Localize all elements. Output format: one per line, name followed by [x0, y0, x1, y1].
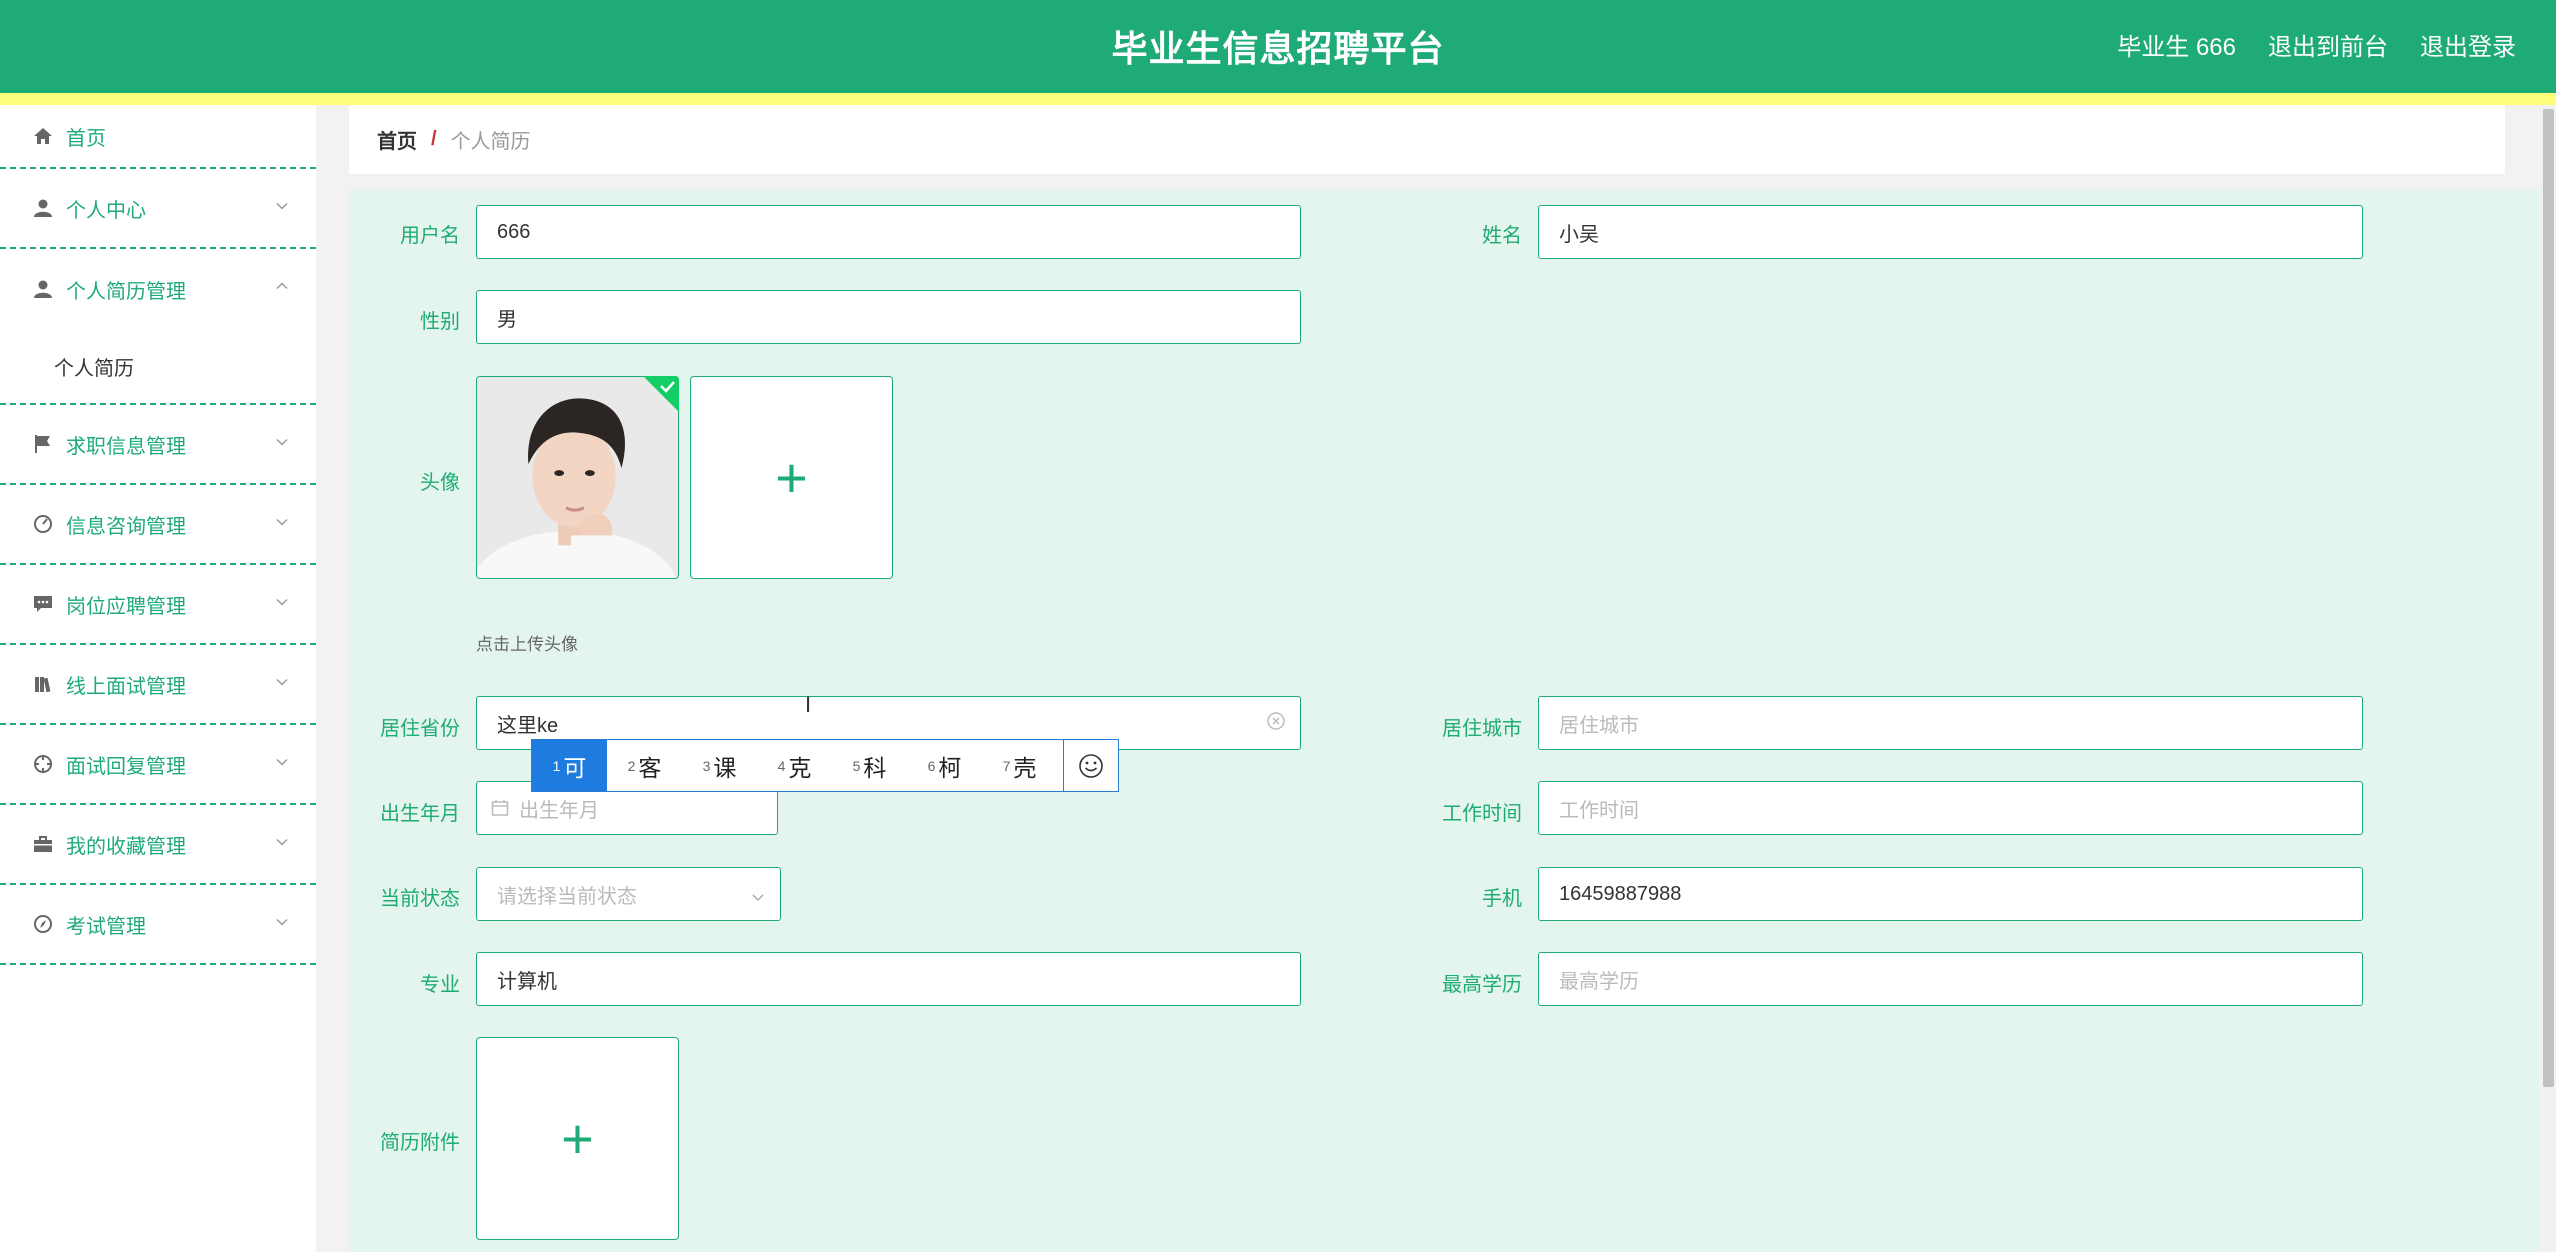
gender-input[interactable]: 男	[476, 290, 1301, 344]
user-icon	[32, 278, 54, 300]
education-label: 最高学历	[1442, 974, 1522, 996]
sidebar-item-label: 岗位应聘管理	[66, 595, 186, 618]
avatar-label: 头像	[420, 472, 460, 494]
user-label[interactable]: 毕业生 666	[2117, 27, 2236, 62]
dashboard-icon	[32, 513, 54, 535]
name-input[interactable]: 小吴	[1538, 205, 2363, 259]
attachment-upload-button[interactable]: +	[476, 1037, 679, 1240]
chevron-down-icon	[274, 753, 290, 776]
top-header: 毕业生信息招聘平台 毕业生 666 退出到前台 退出登录	[0, 0, 2556, 93]
sidebar-item-favorites[interactable]: 我的收藏管理	[0, 805, 316, 885]
attachment-label: 简历附件	[380, 1132, 460, 1154]
header-actions: 毕业生 666 退出到前台 退出登录	[2117, 27, 2516, 62]
to-front-link[interactable]: 退出到前台	[2268, 27, 2388, 62]
avatar-upload-hint: 点击上传头像	[476, 635, 578, 654]
uploaded-check-icon	[643, 376, 679, 412]
scrollbar-thumb[interactable]	[2543, 109, 2554, 1087]
sidebar-item-application[interactable]: 岗位应聘管理	[0, 565, 316, 645]
username-label: 用户名	[400, 225, 460, 247]
major-label: 专业	[420, 974, 460, 996]
gender-label: 性别	[420, 311, 460, 333]
breadcrumb: 首页 / 个人简历	[349, 105, 2505, 174]
sidebar-item-label: 面试回复管理	[66, 755, 186, 778]
sidebar-item-label: 线上面试管理	[66, 675, 186, 698]
emoji-icon[interactable]	[1063, 740, 1118, 791]
sidebar-item-label: 考试管理	[66, 915, 146, 938]
sidebar-item-home[interactable]: 首页	[0, 105, 316, 169]
breadcrumb-separator: /	[431, 128, 437, 150]
status-placeholder: 请选择当前状态	[497, 885, 637, 908]
target-icon	[32, 753, 54, 775]
home-icon	[32, 125, 54, 147]
work-time-input[interactable]: 工作时间	[1538, 781, 2363, 835]
name-label: 姓名	[1482, 225, 1522, 247]
chevron-down-icon	[274, 673, 290, 696]
message-icon	[32, 593, 54, 615]
sidebar-item-label: 信息咨询管理	[66, 515, 186, 538]
sidebar: 首页 个人中心 个人简历管理 个人简历 求职信息管理 信息咨询管理 岗位应聘管理	[0, 105, 316, 1252]
ime-candidate[interactable]: 1可	[532, 740, 607, 791]
sidebar-item-exam[interactable]: 考试管理	[0, 885, 316, 965]
major-input[interactable]: 计算机	[476, 952, 1301, 1006]
chevron-down-icon	[274, 593, 290, 616]
compass-icon	[32, 913, 54, 935]
birth-placeholder: 出生年月	[519, 799, 599, 822]
education-input[interactable]: 最高学历	[1538, 952, 2363, 1006]
page-scrollbar[interactable]	[2541, 105, 2556, 1252]
clear-icon[interactable]	[1266, 711, 1286, 737]
briefcase-icon	[32, 833, 54, 855]
breadcrumb-home[interactable]: 首页	[377, 125, 417, 154]
chevron-down-icon	[274, 197, 290, 220]
sidebar-item-personal-center[interactable]: 个人中心	[0, 169, 316, 249]
ime-candidate-bar: 1可 2客 3课 4克 5科 6柯 7壳	[531, 739, 1119, 792]
chevron-up-icon	[274, 278, 290, 301]
sidebar-item-resume-management[interactable]: 个人简历管理	[0, 249, 316, 329]
user-icon	[32, 197, 54, 219]
ime-candidate[interactable]: 5科	[832, 740, 907, 791]
chevron-down-icon	[274, 433, 290, 456]
ime-candidate[interactable]: 7壳	[982, 740, 1057, 791]
birth-label: 出生年月	[380, 803, 460, 825]
ime-candidate[interactable]: 6柯	[907, 740, 982, 791]
chevron-down-icon	[274, 833, 290, 856]
province-label: 居住省份	[380, 718, 460, 740]
avatar-upload-button[interactable]: +	[690, 376, 893, 579]
city-input[interactable]: 居住城市	[1538, 696, 2363, 750]
sidebar-item-label: 个人中心	[66, 199, 146, 222]
accent-bar	[0, 93, 2556, 105]
username-input[interactable]: 666	[476, 205, 1301, 259]
sidebar-item-label: 个人简历管理	[66, 280, 186, 303]
sidebar-item-label: 首页	[66, 127, 106, 150]
sidebar-item-interview-reply[interactable]: 面试回复管理	[0, 725, 316, 805]
province-input-text: 这里ke	[497, 714, 559, 737]
books-icon	[32, 673, 54, 695]
sidebar-item-job-info[interactable]: 求职信息管理	[0, 405, 316, 485]
sidebar-item-label: 求职信息管理	[66, 435, 186, 458]
plus-icon: +	[561, 1106, 594, 1170]
ime-candidate[interactable]: 2客	[607, 740, 682, 791]
sidebar-item-interview[interactable]: 线上面试管理	[0, 645, 316, 725]
chevron-down-icon	[274, 513, 290, 536]
calendar-icon	[491, 799, 509, 817]
sidebar-item-label: 我的收藏管理	[66, 835, 186, 858]
phone-label: 手机	[1482, 888, 1522, 910]
sidebar-subitem-resume[interactable]: 个人简历	[0, 329, 316, 405]
ime-candidate[interactable]: 3课	[682, 740, 757, 791]
phone-input[interactable]: 16459887988	[1538, 867, 2363, 921]
chevron-down-icon	[274, 913, 290, 936]
sidebar-item-consult[interactable]: 信息咨询管理	[0, 485, 316, 565]
work-time-label: 工作时间	[1442, 803, 1522, 825]
plus-icon: +	[775, 445, 808, 509]
logout-link[interactable]: 退出登录	[2420, 27, 2516, 62]
chevron-down-icon	[750, 888, 766, 911]
flag-icon	[32, 433, 54, 455]
breadcrumb-current: 个人简历	[450, 131, 531, 153]
text-cursor-icon: I	[805, 692, 812, 717]
city-label: 居住城市	[1442, 718, 1522, 740]
status-select[interactable]: 请选择当前状态	[476, 867, 781, 921]
status-label: 当前状态	[380, 888, 460, 910]
ime-candidate[interactable]: 4克	[757, 740, 832, 791]
